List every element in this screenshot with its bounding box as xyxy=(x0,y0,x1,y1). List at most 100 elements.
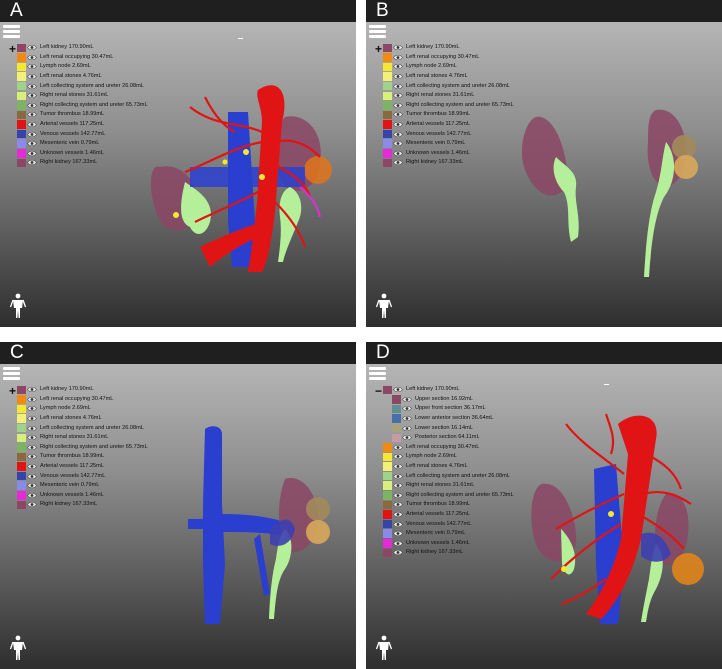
legend-item[interactable]: Left renal occupying 30.47mL xyxy=(17,53,148,63)
legend-item[interactable]: Lower anterior section 36.64mL xyxy=(383,414,514,424)
eye-icon[interactable] xyxy=(393,548,403,557)
legend-item[interactable]: Left collecting system and ureter 26.08m… xyxy=(383,471,514,481)
eye-icon[interactable] xyxy=(393,481,403,490)
eye-icon[interactable] xyxy=(393,472,403,481)
eye-icon[interactable] xyxy=(27,500,37,509)
color-swatch[interactable] xyxy=(17,72,26,81)
eye-icon[interactable] xyxy=(393,491,403,500)
eye-icon[interactable] xyxy=(393,53,403,62)
eye-icon[interactable] xyxy=(27,462,37,471)
legend-item[interactable]: Left renal occupying 30.47mL xyxy=(383,53,514,63)
expand-tree-icon[interactable]: + xyxy=(375,43,382,55)
color-swatch[interactable] xyxy=(17,462,26,471)
color-swatch[interactable] xyxy=(383,462,392,471)
collapse-tree-icon[interactable]: − xyxy=(375,385,382,397)
color-swatch[interactable] xyxy=(17,62,26,72)
color-swatch[interactable] xyxy=(17,120,26,129)
eye-icon[interactable] xyxy=(402,414,412,423)
eye-icon[interactable] xyxy=(27,62,37,71)
legend-item[interactable]: Mesenteric vein 0.79mL xyxy=(383,139,514,149)
legend-item[interactable]: Left kidney 170.90mL xyxy=(17,43,148,53)
color-swatch[interactable] xyxy=(383,139,392,148)
legend-item[interactable]: Right collecting system and ureter 65.73… xyxy=(17,443,148,453)
color-swatch[interactable] xyxy=(383,158,392,168)
color-swatch[interactable] xyxy=(392,433,401,443)
color-swatch[interactable] xyxy=(383,385,392,395)
eye-icon[interactable] xyxy=(27,424,37,433)
eye-icon[interactable] xyxy=(393,539,403,548)
eye-icon[interactable] xyxy=(402,433,412,442)
legend-item[interactable]: Left kidney 170.90mL xyxy=(17,385,148,395)
hamburger-menu-icon[interactable] xyxy=(369,25,386,38)
legend-item[interactable]: Tumor thrombus 18.99mL xyxy=(17,452,148,462)
color-swatch[interactable] xyxy=(392,404,401,414)
eye-icon[interactable] xyxy=(393,443,403,452)
eye-icon[interactable] xyxy=(27,101,37,110)
eye-icon[interactable] xyxy=(393,452,403,461)
legend-item[interactable]: Lymph node 2.69mL xyxy=(17,404,148,414)
color-swatch[interactable] xyxy=(383,101,392,110)
color-swatch[interactable] xyxy=(17,481,26,490)
legend-item[interactable]: Lymph node 2.69mL xyxy=(383,452,514,462)
legend-item[interactable]: Mesenteric vein 0.79mL xyxy=(383,529,514,539)
legend-item[interactable]: Right renal stones 31.61mL xyxy=(17,91,148,101)
color-swatch[interactable] xyxy=(17,395,26,404)
eye-icon[interactable] xyxy=(393,462,403,471)
legend-item[interactable]: Upper front section 36.17mL xyxy=(383,404,514,414)
legend-item[interactable]: Left collecting system and ureter 26.08m… xyxy=(17,423,148,433)
legend-item[interactable]: Tumor thrombus 18.99mL xyxy=(17,110,148,120)
legend-item[interactable]: Arterial vessels 117.25mL xyxy=(17,462,148,472)
color-swatch[interactable] xyxy=(17,433,26,443)
legend-item[interactable]: Venous vessels 142.77mL xyxy=(17,471,148,481)
color-swatch[interactable] xyxy=(383,149,392,158)
eye-icon[interactable] xyxy=(393,110,403,119)
eye-icon[interactable] xyxy=(393,139,403,148)
eye-icon[interactable] xyxy=(27,395,37,404)
legend-item[interactable]: Left renal stones 4.76mL xyxy=(383,462,514,472)
hamburger-menu-icon[interactable] xyxy=(3,25,20,38)
color-swatch[interactable] xyxy=(383,519,392,529)
legend-item[interactable]: Upper section 16.92mL xyxy=(383,395,514,405)
eye-icon[interactable] xyxy=(27,110,37,119)
3d-viewport[interactable]: + Left kidney 170.90mL Left renal occupyi… xyxy=(0,22,356,327)
color-swatch[interactable] xyxy=(383,53,392,62)
eye-icon[interactable] xyxy=(393,62,403,71)
legend-item[interactable]: Lymph node 2.69mL xyxy=(383,62,514,72)
expand-tree-icon[interactable]: + xyxy=(9,43,16,55)
legend-item[interactable]: Unknown vessels 1.46mL xyxy=(383,539,514,549)
legend-item[interactable]: Venous vessels 142.77mL xyxy=(383,129,514,139)
color-swatch[interactable] xyxy=(383,91,392,101)
eye-icon[interactable] xyxy=(27,43,37,52)
eye-icon[interactable] xyxy=(393,520,403,529)
color-swatch[interactable] xyxy=(383,539,392,548)
3d-viewport[interactable]: + Left kidney 170.90mL Left renal occupyi… xyxy=(0,364,356,669)
legend-item[interactable]: Right renal stones 31.61mL xyxy=(383,481,514,491)
hamburger-menu-icon[interactable] xyxy=(3,367,20,380)
color-swatch[interactable] xyxy=(17,423,26,433)
legend-item[interactable]: Unknown vessels 1.46mL xyxy=(17,149,148,159)
eye-icon[interactable] xyxy=(27,414,37,423)
expand-tree-icon[interactable]: + xyxy=(9,385,16,397)
color-swatch[interactable] xyxy=(383,452,392,462)
legend-item[interactable]: Arterial vessels 117.25mL xyxy=(383,510,514,520)
color-swatch[interactable] xyxy=(383,443,392,452)
legend-item[interactable]: Right collecting system and ureter 65.73… xyxy=(17,101,148,111)
legend-item[interactable]: Right kidney 167.33mL xyxy=(383,158,514,168)
color-swatch[interactable] xyxy=(383,62,392,72)
color-swatch[interactable] xyxy=(17,404,26,414)
color-swatch[interactable] xyxy=(17,414,26,423)
eye-icon[interactable] xyxy=(27,130,37,139)
3d-viewport[interactable]: − Left kidney 170.90mL Upper section 16.9… xyxy=(366,364,722,669)
color-swatch[interactable] xyxy=(17,91,26,101)
color-swatch[interactable] xyxy=(17,101,26,110)
eye-icon[interactable] xyxy=(27,385,37,394)
legend-item[interactable]: Unknown vessels 1.46mL xyxy=(17,491,148,501)
eye-icon[interactable] xyxy=(393,529,403,538)
color-swatch[interactable] xyxy=(392,395,401,404)
legend-item[interactable]: Right kidney 167.33mL xyxy=(17,158,148,168)
legend-item[interactable]: Right kidney 167.33mL xyxy=(17,500,148,510)
hamburger-menu-icon[interactable] xyxy=(369,367,386,380)
eye-icon[interactable] xyxy=(27,120,37,129)
eye-icon[interactable] xyxy=(393,149,403,158)
eye-icon[interactable] xyxy=(393,130,403,139)
